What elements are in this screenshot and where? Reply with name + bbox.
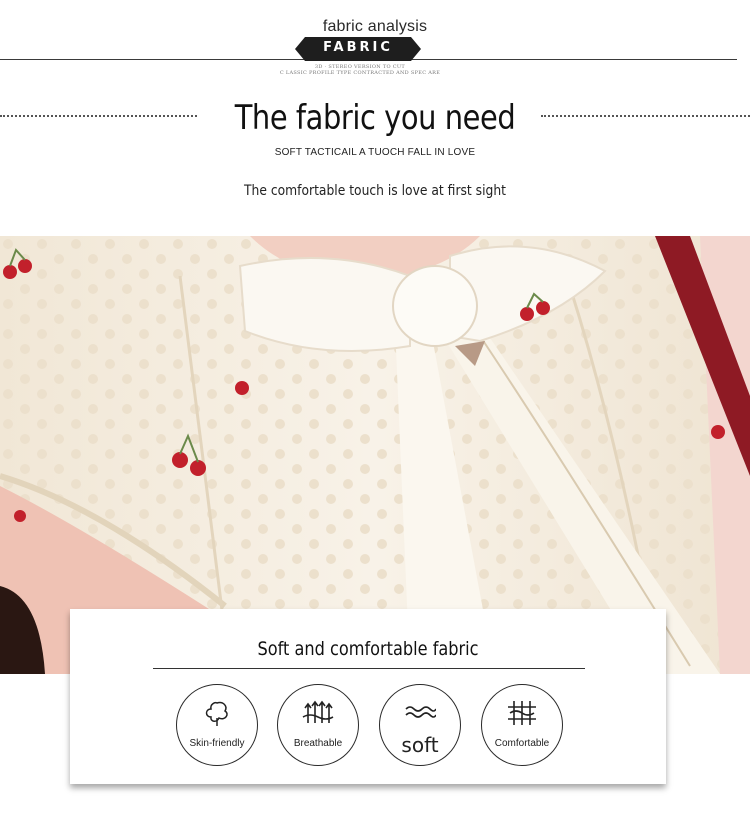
- breathable-arrows-icon: [302, 700, 334, 723]
- feature-skin-friendly: Skin-friendly: [176, 684, 258, 766]
- features-card: Soft and comfortable fabric Skin-friendl…: [70, 609, 666, 784]
- fabric-badge-label: FABRIC: [323, 40, 393, 55]
- cotton-icon: [205, 701, 228, 726]
- feature-label: Comfortable: [494, 738, 550, 749]
- feature-label: soft: [401, 733, 439, 757]
- feature-breathable: Breathable: [277, 684, 359, 766]
- card-title: Soft and comfortable fabric: [257, 638, 479, 660]
- header-tiny-line-2: C LASSIC PROFILE TYPE CONTRACTED AND SPE…: [279, 70, 441, 76]
- feature-label: Skin-friendly: [189, 738, 245, 749]
- feature-comfortable: Comfortable: [481, 684, 563, 766]
- comfort-arrows-icon: [508, 701, 536, 725]
- feature-label: Breathable: [293, 738, 343, 749]
- feature-soft: soft: [379, 684, 461, 766]
- waves-icon: [405, 706, 436, 718]
- page-subtitle: SOFT TACTICAIL A TUOCH FALL IN LOVE: [274, 147, 476, 158]
- header-small-title: fabric analysis: [322, 18, 428, 35]
- card-divider: [153, 668, 585, 669]
- page-title: The fabric you need: [234, 98, 516, 138]
- page-tagline: The comfortable touch is love at first s…: [244, 183, 506, 199]
